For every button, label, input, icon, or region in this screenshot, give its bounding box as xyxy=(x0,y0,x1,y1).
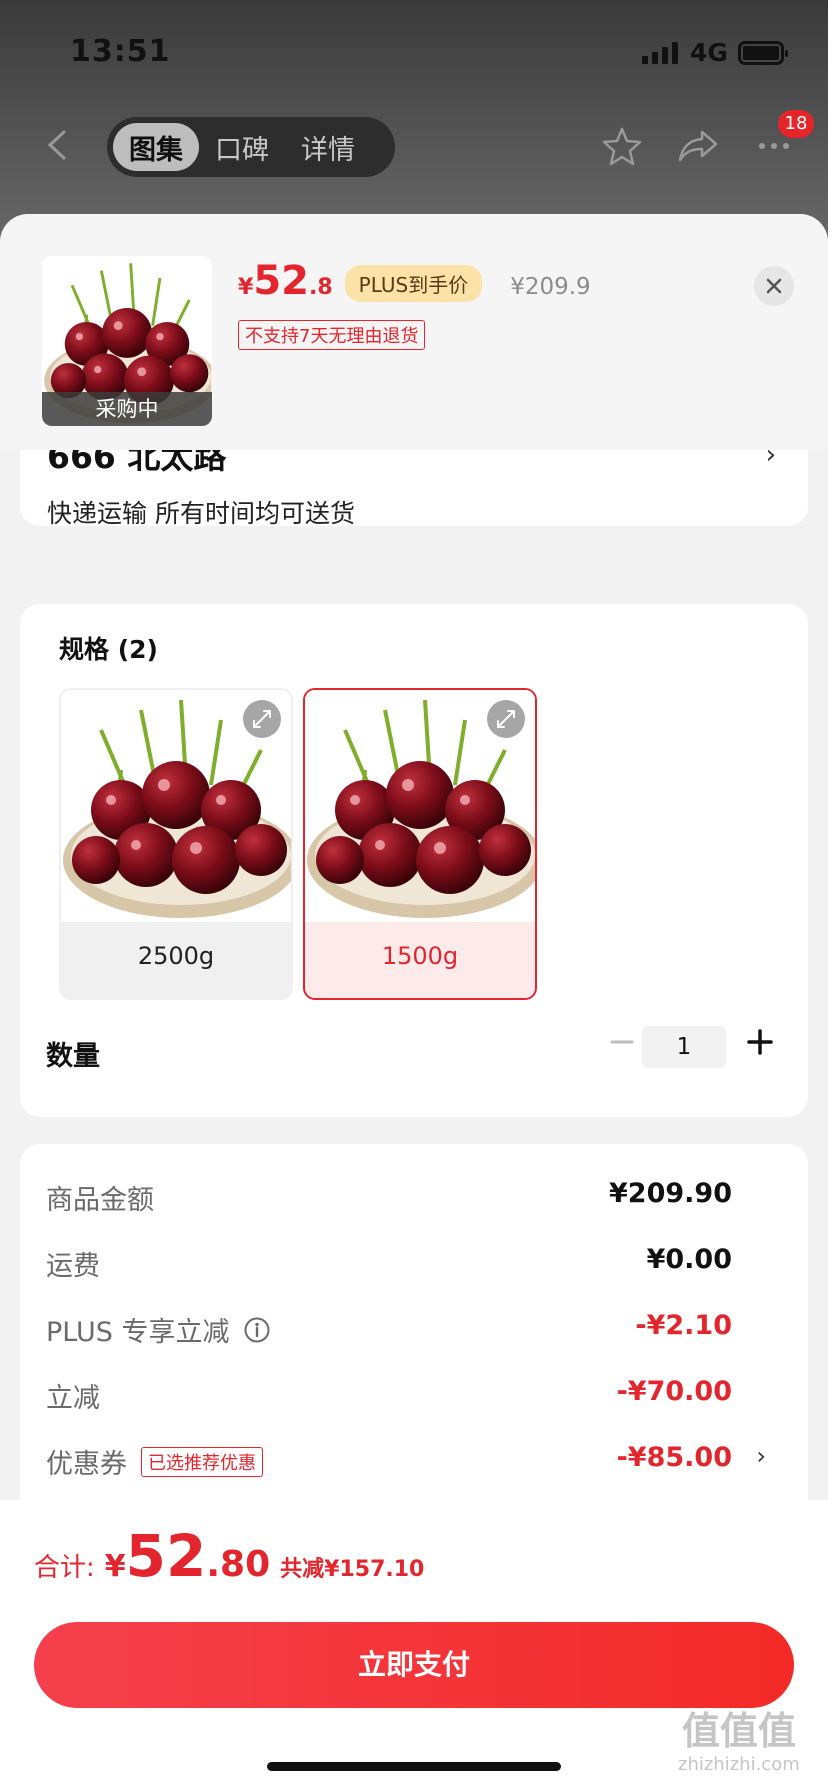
product-nav-bar: 图集 口碑 详情 18 xyxy=(0,110,828,180)
checkout-footer: 合计: ¥ 52 .80 共减¥157.10 立即支付 值值值 zhizhizh… xyxy=(0,1500,828,1792)
cost-label: 运费 xyxy=(46,1251,100,1282)
quantity-label: 数量 xyxy=(46,1041,100,1072)
price-symbol: ¥ xyxy=(238,275,254,300)
cost-value: -¥85.00 xyxy=(616,1442,732,1473)
total-decimal: .80 xyxy=(206,1544,271,1585)
cost-row-instant-discount: 立减 -¥70.00 xyxy=(46,1376,766,1416)
watermark-url: zhizhizhi.com xyxy=(678,1754,800,1775)
total-saved: 共减¥157.10 xyxy=(280,1557,425,1582)
cost-label-wrap: 优惠券 已选推荐优惠 xyxy=(46,1442,263,1481)
price-integer: 52 xyxy=(253,258,309,304)
plus-price: ¥52.8 xyxy=(238,258,333,304)
cost-row-shipping: 运费 ¥0.00 xyxy=(46,1244,766,1284)
nav-tabs: 图集 口碑 详情 xyxy=(107,117,395,177)
spec-card: 规格 (2) 2500g 1500g 数量 1 xyxy=(20,604,808,1117)
minus-icon[interactable] xyxy=(602,1022,642,1062)
price-decimal: .8 xyxy=(308,275,333,300)
original-price: ¥209.9 xyxy=(510,274,591,300)
cost-label-wrap: PLUS 专享立减 xyxy=(46,1310,271,1349)
pay-now-button[interactable]: 立即支付 xyxy=(34,1622,794,1708)
cost-row-coupon[interactable]: 优惠券 已选推荐优惠 -¥85.00 › xyxy=(46,1442,766,1482)
watermark-logo: 值值值 xyxy=(681,1709,796,1753)
cost-breakdown-card: 商品金额 ¥209.90 运费 ¥0.00 PLUS 专享立减 -¥2.10 立… xyxy=(20,1144,808,1544)
cost-value: -¥2.10 xyxy=(635,1310,732,1341)
cost-value: ¥209.90 xyxy=(609,1178,732,1209)
plus-price-tag: PLUS到手价 xyxy=(344,264,483,302)
spec-option-label: 1500g xyxy=(381,942,459,970)
thumbnail-status-label: 采购中 xyxy=(42,392,212,426)
cost-label: 立减 xyxy=(46,1383,100,1414)
total-label: 合计: xyxy=(34,1553,95,1583)
info-icon[interactable] xyxy=(243,1316,271,1344)
total-amount: 合计: ¥ 52 .80 共减¥157.10 xyxy=(34,1522,424,1590)
share-icon[interactable] xyxy=(676,124,720,168)
notification-badge: 18 xyxy=(778,110,814,138)
spec-option-label: 2500g xyxy=(137,942,215,970)
cost-row-goods: 商品金额 ¥209.90 xyxy=(46,1178,766,1218)
star-icon[interactable] xyxy=(600,124,644,168)
cost-value: ¥0.00 xyxy=(646,1244,732,1275)
total-integer: 52 xyxy=(125,1522,207,1590)
quantity-input[interactable]: 1 xyxy=(642,1026,726,1068)
spec-option-2500g[interactable]: 2500g xyxy=(59,688,293,1000)
status-time: 13:51 xyxy=(70,34,171,69)
battery-icon xyxy=(738,41,788,65)
status-bar: 13:51 4G xyxy=(0,0,828,100)
home-indicator xyxy=(267,1762,561,1771)
spec-option-1500g[interactable]: 1500g xyxy=(303,688,537,1000)
tab-gallery[interactable]: 图集 xyxy=(113,123,199,171)
price-row: ¥52.8 PLUS到手价 ¥209.9 xyxy=(238,258,591,308)
spec-title: 规格 (2) xyxy=(59,635,158,664)
signal-icon xyxy=(642,42,678,64)
network-label: 4G xyxy=(690,38,728,67)
tab-reviews[interactable]: 口碑 xyxy=(199,123,285,171)
cost-value: -¥70.00 xyxy=(616,1376,732,1407)
watermark: 值值值 zhizhizhi.com xyxy=(678,1712,800,1774)
expand-icon[interactable] xyxy=(243,700,281,738)
total-symbol: ¥ xyxy=(104,1549,126,1584)
expand-icon[interactable] xyxy=(487,700,525,738)
chevron-right-icon: › xyxy=(756,1442,766,1470)
cost-label: 优惠券 xyxy=(46,1449,127,1480)
plus-icon[interactable] xyxy=(740,1022,780,1062)
cost-label: PLUS 专享立减 xyxy=(46,1317,230,1348)
cost-row-plus-discount: PLUS 专享立减 -¥2.10 xyxy=(46,1310,766,1350)
sheet-header: 采购中 ¥52.8 PLUS到手价 ¥209.9 不支持7天无理由退货 xyxy=(0,214,828,450)
coupon-tag: 已选推荐优惠 xyxy=(141,1446,263,1477)
tab-details[interactable]: 详情 xyxy=(285,123,371,171)
delivery-info: 快递运输 所有时间均可送货 xyxy=(47,499,355,528)
product-thumbnail: 采购中 xyxy=(42,256,212,426)
back-icon[interactable] xyxy=(40,128,74,162)
return-policy-badge: 不支持7天无理由退货 xyxy=(238,320,426,350)
close-icon[interactable] xyxy=(754,266,794,306)
cost-label: 商品金额 xyxy=(46,1185,154,1216)
